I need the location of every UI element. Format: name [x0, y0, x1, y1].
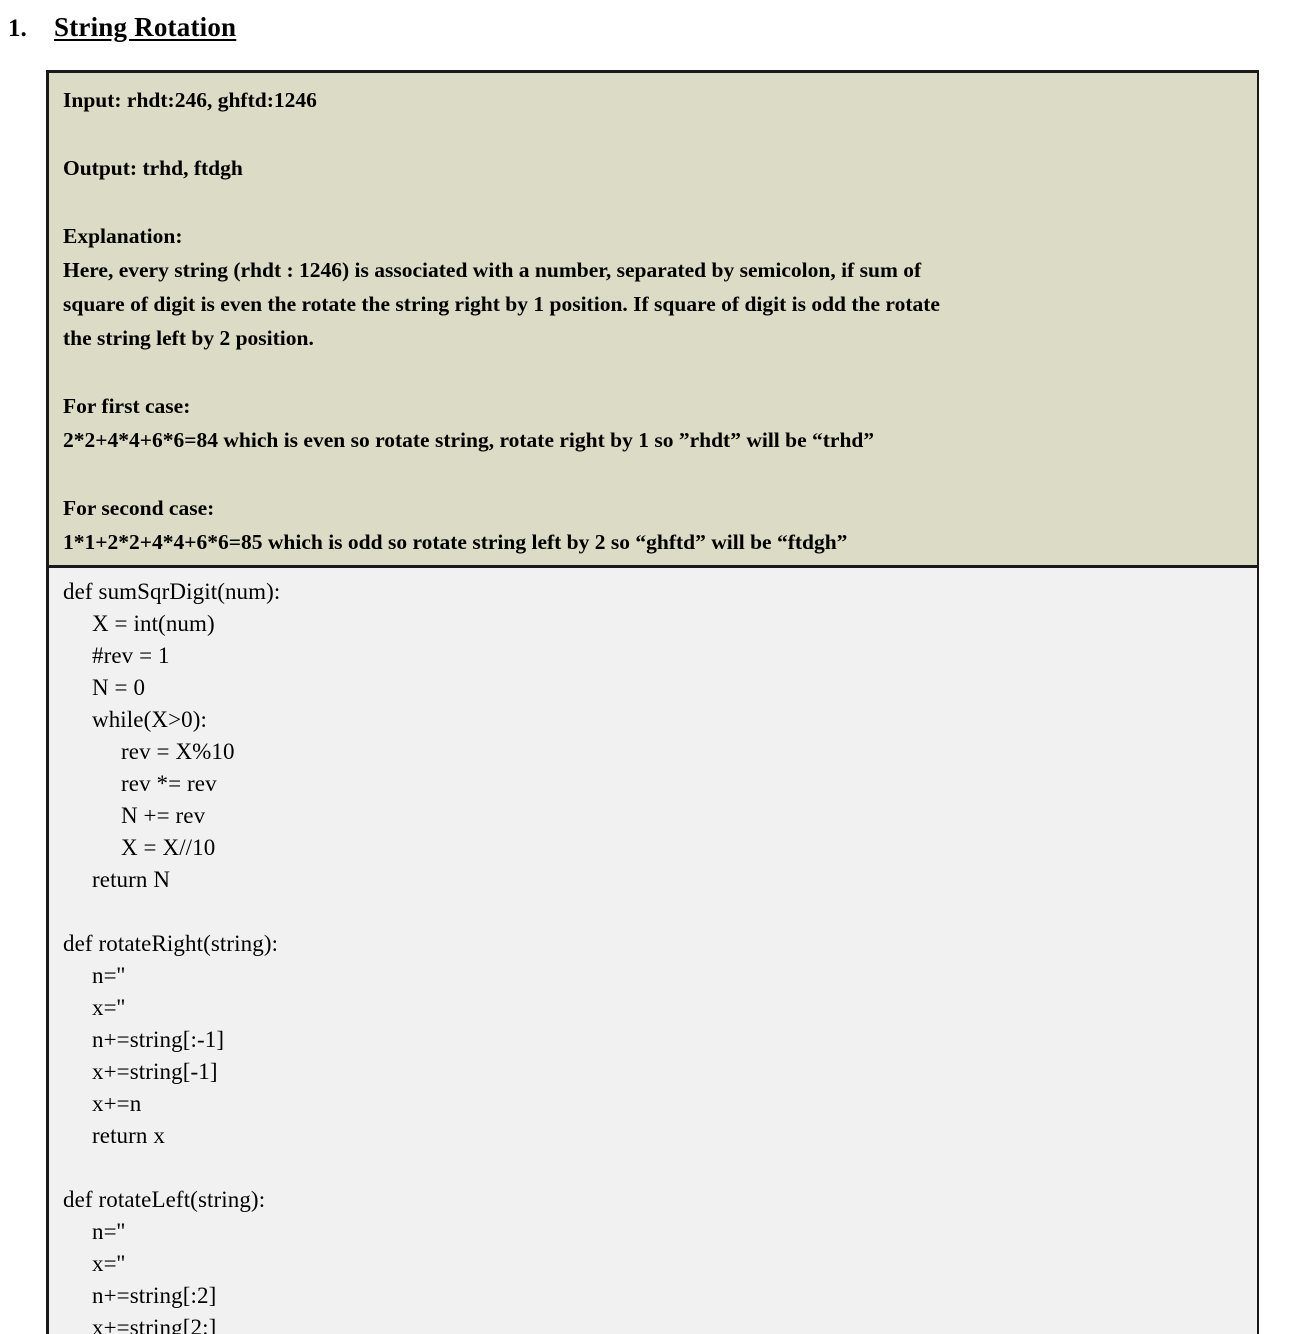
- code-line: n+=string[:2]: [92, 1283, 217, 1308]
- code-line: rev = X%10: [121, 739, 235, 764]
- explanation-body-line-3: the string left by 2 position.: [63, 326, 314, 350]
- page-title: String Rotation: [54, 12, 237, 42]
- second-case-label: For second case:: [63, 496, 215, 520]
- second-case-body: 1*1+2*2+4*4+6*6=85 which is odd so rotat…: [63, 530, 848, 554]
- code-line: x='': [92, 1251, 126, 1276]
- code-line: x+=string[2:]: [92, 1315, 217, 1334]
- code-line: def rotateLeft(string):: [63, 1187, 266, 1212]
- code-line: x='': [92, 995, 126, 1020]
- input-line: Input: rhdt:246, ghftd:1246: [63, 88, 317, 112]
- code-line: N += rev: [121, 803, 206, 828]
- output-line: Output: trhd, ftdgh: [63, 156, 243, 180]
- code-line: n='': [92, 1219, 126, 1244]
- explanation-body-line-1: Here, every string (rhdt : 1246) is asso…: [63, 258, 922, 282]
- problem-frame: Input: rhdt:246, ghftd:1246 Output: trhd…: [46, 70, 1259, 1334]
- first-case-label: For first case:: [63, 394, 191, 418]
- code-line: def rotateRight(string):: [63, 931, 279, 956]
- code-line: n='': [92, 963, 126, 988]
- explanation-panel: Input: rhdt:246, ghftd:1246 Output: trhd…: [49, 73, 1257, 568]
- explanation-body-line-2: square of digit is even the rotate the s…: [63, 292, 940, 316]
- explanation-label: Explanation:: [63, 224, 183, 248]
- code-line: def sumSqrDigit(num):: [63, 579, 281, 604]
- code-line: rev *= rev: [121, 771, 217, 796]
- code-line: N = 0: [92, 675, 146, 700]
- code-line: return x: [92, 1123, 165, 1148]
- code-line: x+=string[-1]: [92, 1059, 218, 1084]
- code-line: X = int(num): [92, 611, 215, 636]
- first-case-body: 2*2+4*4+6*6=84 which is even so rotate s…: [63, 428, 875, 452]
- heading-number: 1.: [8, 15, 27, 42]
- code-line: X = X//10: [121, 835, 216, 860]
- code-line: x+=n: [92, 1091, 142, 1116]
- code-line: while(X>0):: [92, 707, 207, 732]
- code-line: n+=string[:-1]: [92, 1027, 225, 1052]
- code-panel[interactable]: def sumSqrDigit(num): X = int(num) #rev = …: [49, 568, 1257, 1334]
- code-line: #rev = 1: [92, 643, 170, 668]
- code-line: return N: [92, 867, 171, 892]
- page-heading: 1. String Rotation: [0, 0, 1316, 52]
